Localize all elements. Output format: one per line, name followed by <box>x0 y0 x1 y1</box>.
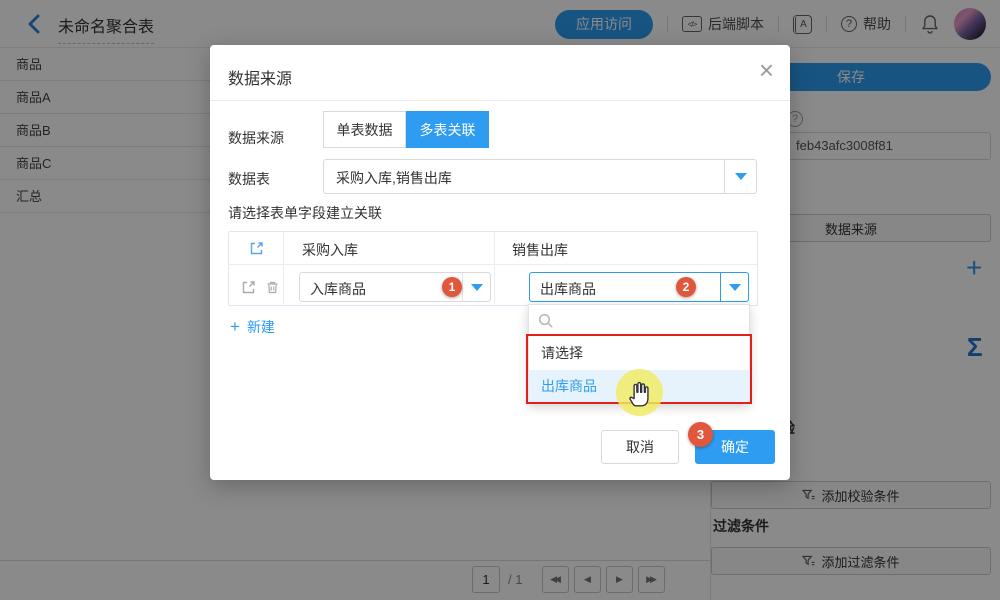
column-header-left: 采购入库 <box>302 240 358 260</box>
field-dropdown-panel: 请选择 出库商品 <box>528 304 750 404</box>
source-type-toggle: 单表数据 多表关联 <box>323 111 489 148</box>
open-form-icon[interactable] <box>241 280 256 300</box>
tab-single-table[interactable]: 单表数据 <box>323 111 406 148</box>
new-relation-link[interactable]: + 新建 <box>230 317 275 337</box>
app-screen: 未命名聚合表 应用访问 </> 后端脚本 A ? 帮助 商品 商品A 商品B <box>0 0 1000 600</box>
right-field-select[interactable]: 出库商品 2 <box>529 272 749 302</box>
open-form-icon[interactable] <box>249 241 264 261</box>
data-table-label: 数据表 <box>228 169 270 189</box>
dropdown-option-highlighted[interactable]: 出库商品 <box>529 370 749 403</box>
right-field-value: 出库商品 <box>540 279 596 299</box>
chevron-down-icon <box>720 273 748 301</box>
left-field-value: 入库商品 <box>310 279 366 299</box>
data-table-select[interactable]: 采购入库,销售出库 <box>323 159 757 194</box>
annotation-badge-3: 3 <box>688 422 713 447</box>
search-icon <box>538 313 554 329</box>
column-divider <box>494 232 495 306</box>
column-header-right: 销售出库 <box>512 240 568 260</box>
annotation-badge-1: 1 <box>442 277 462 297</box>
dropdown-option-placeholder[interactable]: 请选择 <box>529 337 749 370</box>
chevron-down-icon <box>724 160 756 193</box>
dropdown-search-input[interactable] <box>529 305 749 336</box>
new-relation-label: 新建 <box>247 317 275 337</box>
source-type-label: 数据来源 <box>228 128 284 148</box>
close-icon[interactable]: × <box>759 57 774 83</box>
tab-multi-table[interactable]: 多表关联 <box>406 111 489 148</box>
delete-row-icon[interactable] <box>265 280 280 300</box>
left-field-select[interactable]: 入库商品 1 <box>299 272 491 302</box>
data-table-select-value: 采购入库,销售出库 <box>336 168 452 188</box>
relation-hint: 请选择表单字段建立关联 <box>228 203 382 223</box>
divider <box>210 100 790 101</box>
relation-table: 采购入库 销售出库 入库商品 1 出库商品 2 <box>228 231 758 306</box>
plus-icon: + <box>230 317 240 337</box>
modal-title: 数据来源 <box>228 65 292 89</box>
annotation-badge-2: 2 <box>676 277 696 297</box>
cancel-button[interactable]: 取消 <box>601 430 679 464</box>
data-source-modal: 数据来源 × 数据来源 单表数据 多表关联 数据表 采购入库,销售出库 请选择表… <box>210 45 790 480</box>
chevron-down-icon <box>462 273 490 301</box>
